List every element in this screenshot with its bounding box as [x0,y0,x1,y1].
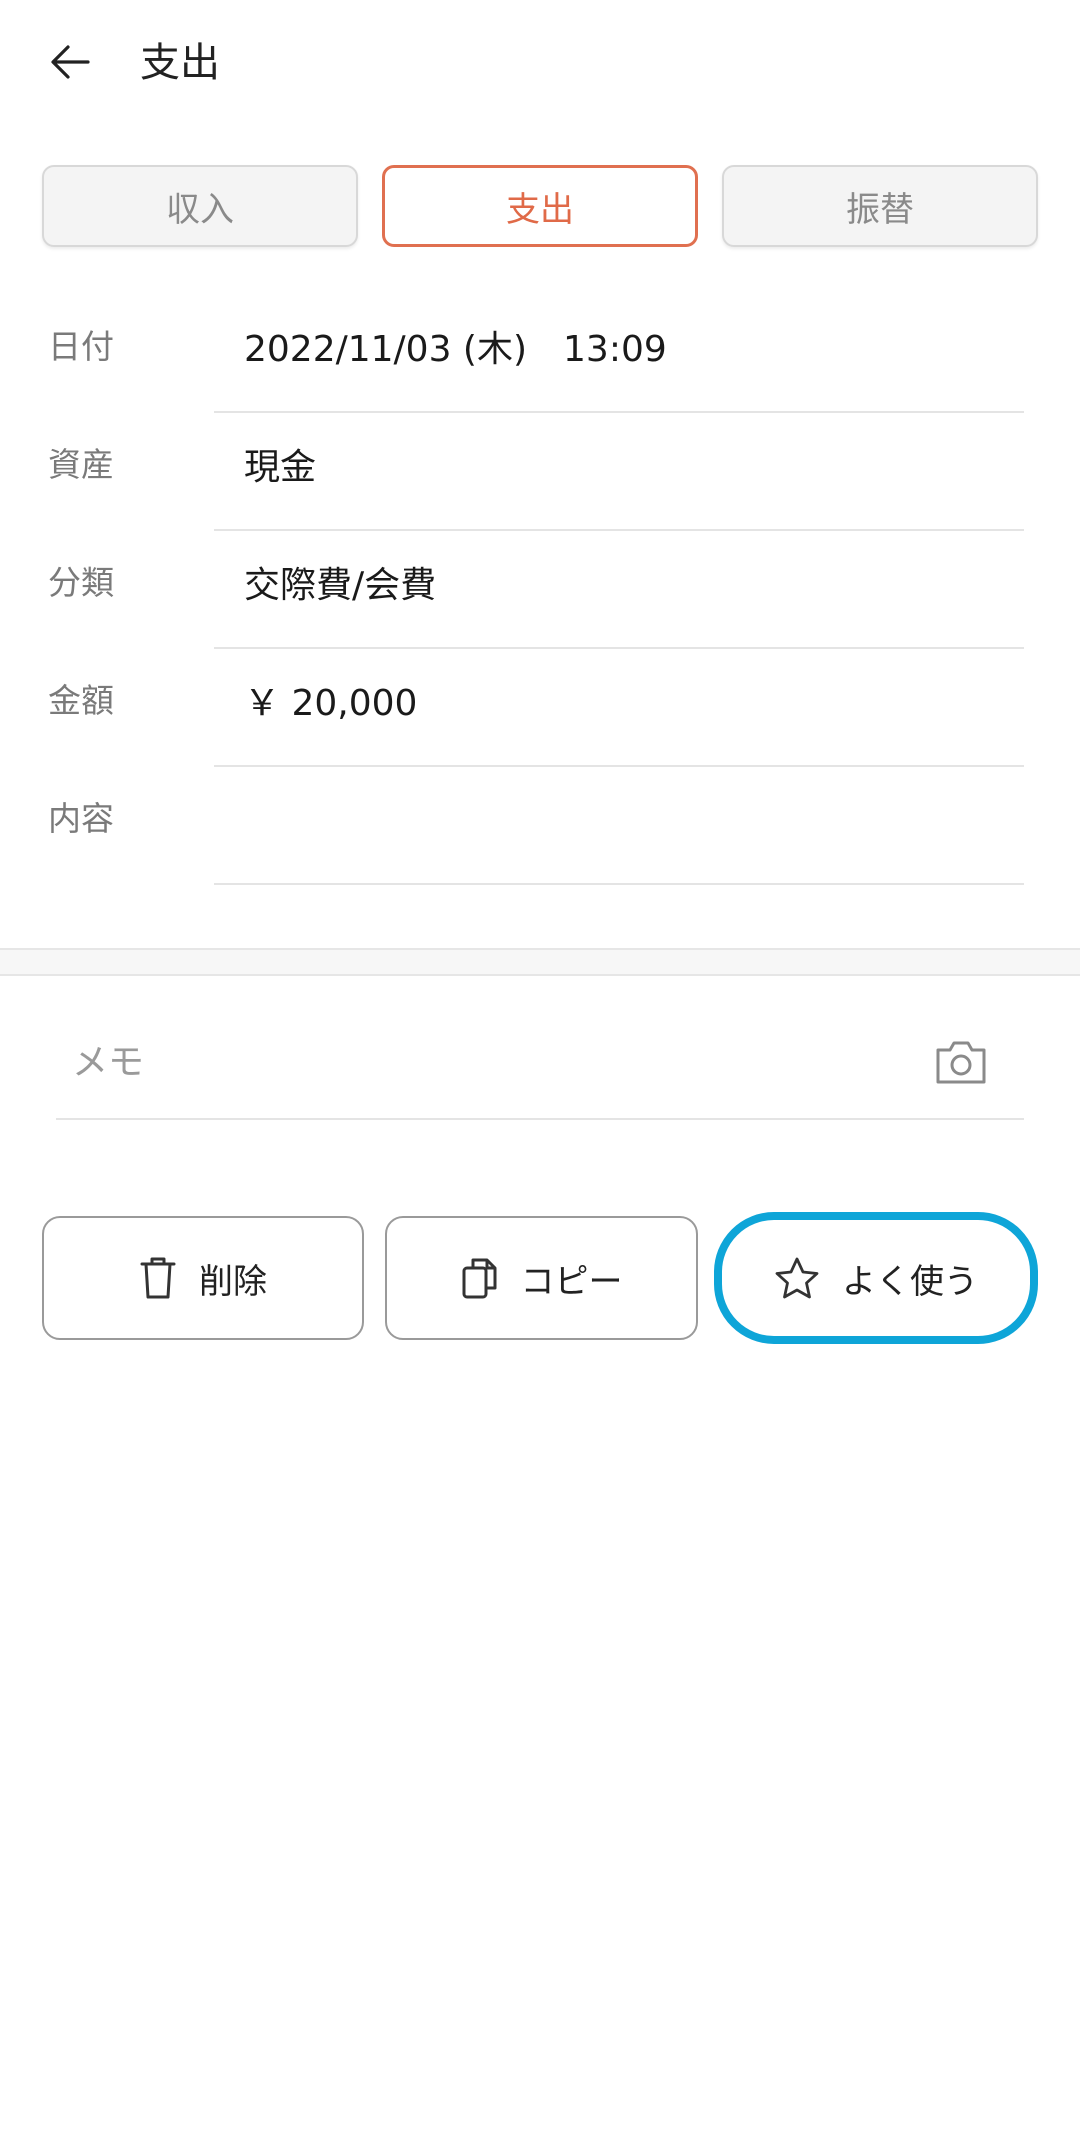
copy-button[interactable]: コピー [385,1216,698,1340]
memo-placeholder: メモ [72,1042,145,1083]
favorite-button[interactable]: よく使う [714,1212,1038,1344]
star-icon [774,1256,820,1300]
tab-transfer[interactable]: 振替 [722,165,1038,247]
amount-label: 金額 [48,681,114,720]
action-buttons: 削除 コピー よく使う [42,1212,1038,1344]
divider [56,1118,1024,1120]
page-title: 支出 [140,40,220,86]
memo-field[interactable]: メモ [56,1010,1024,1120]
row-category[interactable]: 分類 交際費/会費 [0,531,1080,649]
category-label: 分類 [48,563,114,602]
asset-value[interactable]: 現金 [244,445,316,491]
row-date[interactable]: 日付 2022/11/03 (木) 13:09 [0,295,1080,413]
arrow-left-icon [48,40,92,84]
transaction-type-tabs: 収入 支出 振替 [42,165,1038,247]
header: 支出 [0,0,1080,130]
row-amount[interactable]: 金額 ￥ 20,000 [0,649,1080,767]
category-value[interactable]: 交際費/会費 [244,563,436,609]
delete-button[interactable]: 削除 [42,1216,364,1340]
back-button[interactable] [40,32,100,92]
entry-form: 日付 2022/11/03 (木) 13:09 資産 現金 分類 交際費/会費 … [0,295,1080,885]
delete-button-label: 削除 [199,1261,267,1302]
trash-icon [139,1256,177,1300]
page: 支出 収入 支出 振替 日付 2022/11/03 (木) 13:09 資産 現… [0,0,1080,2138]
row-content[interactable]: 内容 [0,767,1080,885]
favorite-button-label: よく使う [842,1261,978,1302]
amount-value[interactable]: ￥ 20,000 [244,681,417,727]
copy-button-label: コピー [520,1261,623,1302]
camera-icon[interactable] [934,1038,988,1086]
tab-income[interactable]: 収入 [42,165,358,247]
date-value[interactable]: 2022/11/03 (木) 13:09 [244,327,667,373]
asset-label: 資産 [48,445,114,484]
row-asset[interactable]: 資産 現金 [0,413,1080,531]
copy-icon [461,1256,499,1300]
date-label: 日付 [48,327,114,366]
content-label: 内容 [48,799,114,838]
tab-expense[interactable]: 支出 [382,165,698,247]
divider [214,883,1024,885]
section-divider [0,948,1080,976]
